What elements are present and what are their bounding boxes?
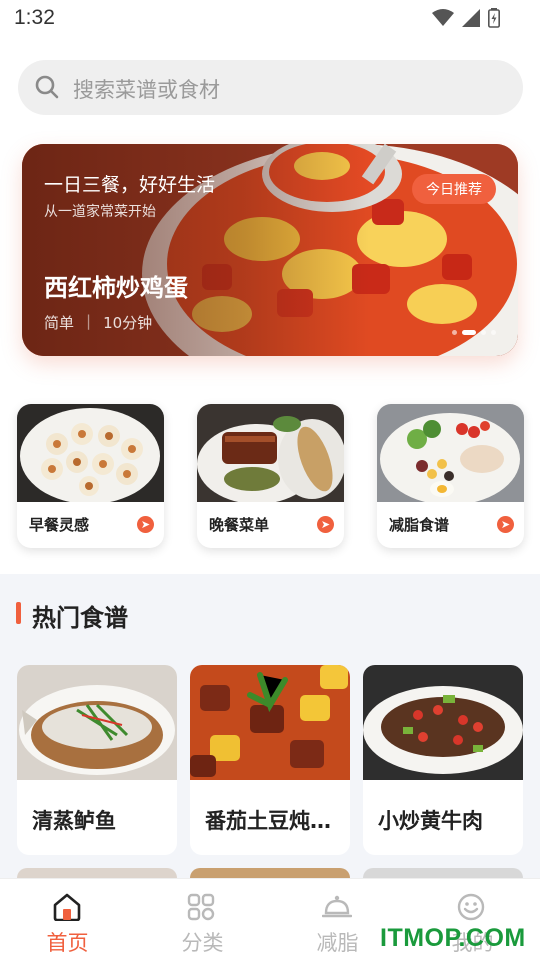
- status-icons: [432, 8, 500, 28]
- recipe-title: 小炒黄牛肉: [378, 809, 483, 833]
- signal-icon: [462, 9, 480, 27]
- banner-separator: |: [86, 312, 92, 330]
- banner-difficulty: 简单: [44, 314, 75, 332]
- search-icon: [35, 75, 59, 99]
- recipe-card-steamed-fish[interactable]: 清蒸鲈鱼: [17, 665, 177, 855]
- stir-fried-beef-image: [363, 665, 523, 780]
- smiley-icon: [457, 893, 485, 921]
- status-bar: 1:32: [0, 0, 540, 40]
- banner-recipe-title: 西红柿炒鸡蛋: [44, 274, 188, 302]
- category-label: 早餐灵感: [29, 516, 90, 534]
- battery-icon: [488, 8, 500, 28]
- featured-banner[interactable]: 一日三餐，好好生活 从一道家常菜开始 西红柿炒鸡蛋 简单 | 10分钟 今日推荐: [22, 144, 518, 356]
- dinner-image: [197, 404, 344, 502]
- category-label: 减脂食谱: [389, 516, 450, 534]
- cloche-icon: [322, 895, 352, 918]
- category-card-fat-loss[interactable]: 减脂食谱 ➤: [377, 404, 524, 548]
- tomato-beef-image: [190, 665, 350, 780]
- arrow-right-icon: ➤: [317, 516, 334, 533]
- search-placeholder: 搜索菜谱或食材: [73, 78, 220, 102]
- hot-recipes-section: 热门食谱 清蒸鲈鱼 番茄土豆炖牛腩 小炒黄牛肉: [0, 574, 540, 880]
- category-card-breakfast[interactable]: 早餐灵感 ➤: [17, 404, 164, 548]
- recipe-title: 清蒸鲈鱼: [32, 809, 116, 833]
- banner-pagination[interactable]: [452, 330, 496, 335]
- grid-icon: [187, 893, 215, 921]
- tab-label: 分类: [181, 931, 224, 955]
- fat-loss-image: [377, 404, 524, 502]
- arrow-right-icon: ➤: [137, 516, 154, 533]
- pagination-dot[interactable]: [452, 330, 457, 335]
- banner-meta: 简单 | 10分钟: [44, 312, 152, 333]
- tab-label: 首页: [46, 931, 89, 955]
- tab-category[interactable]: 分类: [135, 879, 270, 960]
- category-card-dinner[interactable]: 晚餐菜单 ➤: [197, 404, 344, 548]
- banner-subtitle: 从一道家常菜开始: [44, 204, 156, 220]
- hot-recipes-title: 热门食谱: [32, 604, 128, 632]
- home-icon: [53, 893, 81, 921]
- category-cards: 早餐灵感 ➤ 晚餐菜单 ➤ 减脂食谱 ➤: [0, 404, 540, 550]
- recipe-card-stir-fried-beef[interactable]: 小炒黄牛肉: [363, 665, 523, 855]
- status-time: 1:32: [14, 6, 55, 29]
- category-label: 晚餐菜单: [209, 516, 270, 534]
- arrow-right-icon: ➤: [497, 516, 514, 533]
- pagination-dot[interactable]: [481, 330, 486, 335]
- today-recommend-badge: 今日推荐: [412, 174, 496, 204]
- breakfast-image: [17, 404, 164, 502]
- recipe-card-tomato-beef[interactable]: 番茄土豆炖牛腩: [190, 665, 350, 855]
- section-accent-bar: [16, 602, 21, 624]
- tab-home[interactable]: 首页: [0, 879, 135, 960]
- banner-duration: 10分钟: [103, 314, 153, 332]
- site-watermark: ITMOP.COM: [380, 924, 526, 952]
- wifi-icon: [432, 9, 454, 26]
- pagination-dot-active[interactable]: [462, 330, 476, 335]
- steamed-fish-image: [17, 665, 177, 780]
- recipe-title: 番茄土豆炖牛腩: [205, 809, 340, 833]
- banner-slogan: 一日三餐，好好生活: [44, 174, 216, 196]
- search-bar[interactable]: 搜索菜谱或食材: [18, 60, 523, 115]
- pagination-dot[interactable]: [491, 330, 496, 335]
